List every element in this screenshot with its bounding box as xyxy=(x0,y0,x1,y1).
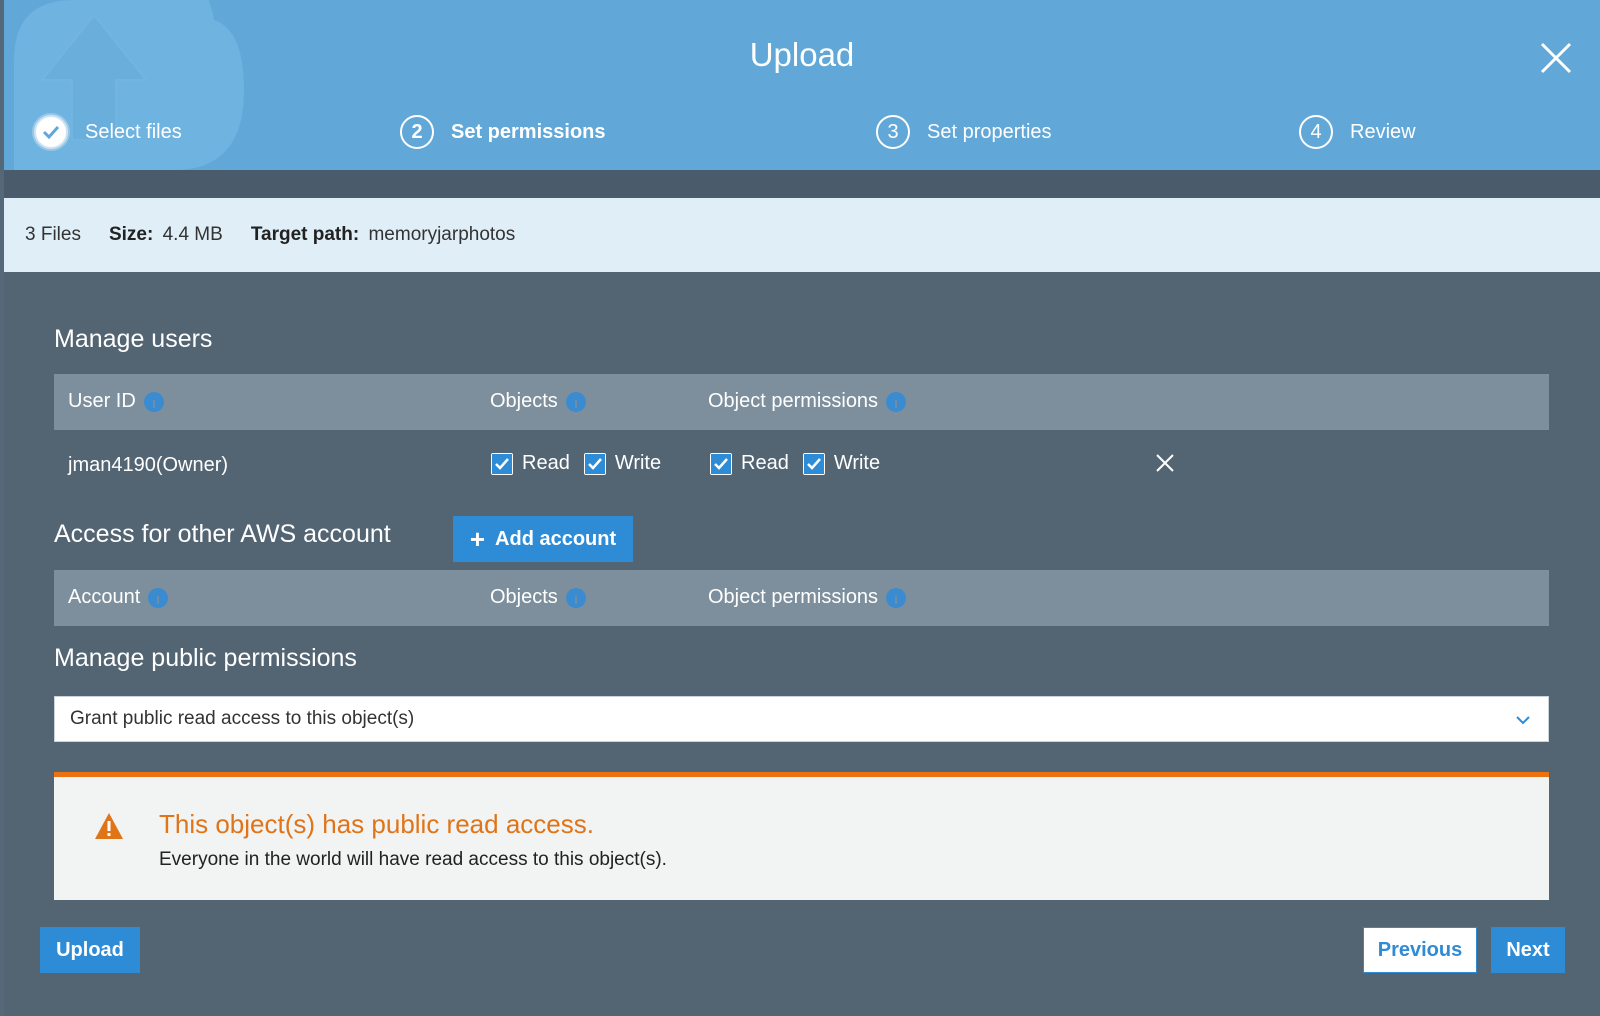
target-path-info: Target path: memoryjarphotos xyxy=(251,224,515,246)
col-label: Objects xyxy=(490,586,558,608)
object-permissions-write-checkbox[interactable] xyxy=(802,452,825,475)
target-path-value: memoryjarphotos xyxy=(368,224,516,245)
step-label: Select files xyxy=(85,120,182,143)
next-button[interactable]: Next xyxy=(1491,927,1565,973)
previous-button[interactable]: Previous xyxy=(1363,927,1477,973)
object-permissions-read-checkbox[interactable] xyxy=(710,452,732,475)
info-icon[interactable] xyxy=(886,391,907,412)
col-label: Account xyxy=(68,586,141,608)
modal-header: Upload Select files 2 Set permissions 3 … xyxy=(4,0,1600,170)
col-label: User ID xyxy=(68,390,136,412)
alert-title: This object(s) has public read access. xyxy=(159,809,594,839)
col-objects: Objects xyxy=(490,390,586,413)
objects-read-label: Read xyxy=(522,452,570,474)
col-account: Account xyxy=(68,586,169,609)
col-label: Object permissions xyxy=(708,390,879,412)
close-icon[interactable] xyxy=(1536,38,1576,78)
step-review[interactable]: 4 Review xyxy=(1299,112,1416,152)
other-accounts-title: Access for other AWS account xyxy=(54,520,391,548)
selected-value: Grant public read access to this object(… xyxy=(70,708,415,729)
objects-read-checkbox[interactable] xyxy=(491,452,513,475)
col-label: Object permissions xyxy=(708,586,879,608)
step-label: Set permissions xyxy=(451,120,606,143)
info-icon[interactable] xyxy=(148,587,169,608)
modal-title: Upload xyxy=(749,36,855,73)
size-label: Size: xyxy=(108,224,154,245)
col-object-permissions: Object permissions xyxy=(708,586,907,609)
step-set-properties[interactable]: 3 Set properties xyxy=(876,112,1052,152)
objects-write-checkbox[interactable] xyxy=(583,452,606,475)
manage-users-title: Manage users xyxy=(54,325,213,353)
header-divider xyxy=(4,170,1600,198)
accounts-table-header: Account Objects Object permissions xyxy=(54,570,1549,626)
info-icon[interactable] xyxy=(565,587,586,608)
size-info: Size: 4.4 MB xyxy=(109,224,223,246)
info-icon[interactable] xyxy=(143,391,164,412)
user-id: jman4190(Owner) xyxy=(68,454,229,476)
target-path-label: Target path: xyxy=(250,224,360,245)
info-icon[interactable] xyxy=(565,391,586,412)
col-label: Objects xyxy=(490,390,558,412)
public-access-alert: This object(s) has public read access. E… xyxy=(54,772,1549,900)
col-objects: Objects xyxy=(490,586,586,609)
add-account-label: Add account xyxy=(495,527,617,550)
upload-button[interactable]: Upload xyxy=(40,927,140,973)
objects-permissions: Read Write xyxy=(491,452,675,475)
users-table-header: User ID Objects Object permissions xyxy=(54,374,1549,430)
remove-user-icon[interactable] xyxy=(1154,452,1176,474)
size-value: 4.4 MB xyxy=(162,224,223,245)
step-number: 2 xyxy=(400,115,434,149)
file-count: 3 Files xyxy=(25,224,81,245)
objects-write-label: Write xyxy=(614,452,662,474)
col-object-permissions: Object permissions xyxy=(708,390,907,413)
object-permissions-read-label: Read xyxy=(741,452,789,474)
chevron-down-icon xyxy=(1516,716,1530,725)
check-circle-icon xyxy=(34,115,68,149)
public-permissions-select[interactable]: Grant public read access to this object(… xyxy=(54,696,1549,742)
alert-body: Everyone in the world will have read acc… xyxy=(159,849,667,870)
table-row: jman4190(Owner) Read Write Read Write xyxy=(54,432,1549,492)
step-set-permissions[interactable]: 2 Set permissions xyxy=(400,112,606,152)
warning-icon xyxy=(95,813,123,839)
step-number: 4 xyxy=(1299,115,1333,149)
add-account-button[interactable]: + Add account xyxy=(453,516,633,562)
upload-summary: 3 Files Size: 4.4 MB Target path: memory… xyxy=(4,198,1600,272)
object-permissions: Read Write xyxy=(710,452,894,475)
step-label: Review xyxy=(1350,120,1416,143)
col-user-id: User ID xyxy=(68,390,164,413)
step-select-files[interactable]: Select files xyxy=(34,112,182,152)
plus-icon: + xyxy=(469,523,486,554)
step-label: Set properties xyxy=(927,120,1052,143)
upload-modal: Upload Select files 2 Set permissions 3 … xyxy=(4,0,1600,1016)
step-number: 3 xyxy=(876,115,910,149)
object-permissions-write-label: Write xyxy=(833,452,881,474)
public-permissions-title: Manage public permissions xyxy=(54,644,357,672)
info-icon[interactable] xyxy=(886,587,907,608)
